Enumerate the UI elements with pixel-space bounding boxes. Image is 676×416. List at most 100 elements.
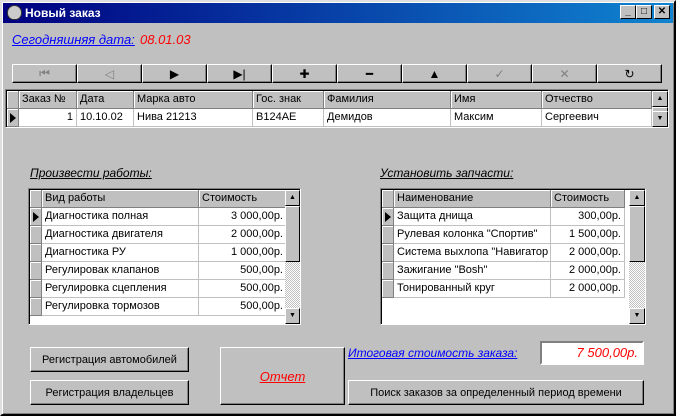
- column-header[interactable]: Отчество: [542, 91, 652, 109]
- nav-edit-button[interactable]: ▲: [402, 64, 467, 83]
- table-cell[interactable]: 2 000,00р.: [551, 244, 625, 262]
- table-row[interactable]: Система выхлопа "Навигатор 2 000,00р.: [382, 244, 625, 262]
- close-button[interactable]: ✕: [654, 5, 670, 19]
- table-cell[interactable]: Максим: [451, 109, 542, 127]
- scroll-down-icon[interactable]: ▼: [629, 308, 645, 324]
- table-row[interactable]: Регулировка сцепления 500,00р.: [30, 280, 287, 298]
- table-cell[interactable]: 2 000,00р.: [551, 262, 625, 280]
- cancel-icon: ✕: [559, 66, 570, 81]
- nav-first-button[interactable]: ⏮: [12, 64, 77, 83]
- table-cell[interactable]: Система выхлопа "Навигатор: [394, 244, 551, 262]
- search-orders-button[interactable]: Поиск заказов за определенный период вре…: [348, 380, 644, 405]
- edit-icon: ▲: [428, 66, 441, 81]
- register-owners-button[interactable]: Регистрация владельцев: [30, 380, 189, 405]
- row-indicator: [382, 244, 394, 262]
- table-cell[interactable]: Диагностика полная: [42, 208, 199, 226]
- register-cars-button[interactable]: Регистрация автомобилей: [30, 347, 189, 372]
- indicator-header: [382, 190, 394, 208]
- column-header[interactable]: Стоимость: [199, 190, 287, 208]
- nav-next-button[interactable]: ▶: [142, 64, 207, 83]
- table-cell[interactable]: 2 000,00р.: [551, 280, 625, 298]
- scroll-thumb[interactable]: [629, 206, 645, 262]
- nav-post-button[interactable]: ✓: [467, 64, 532, 83]
- maximize-button[interactable]: □: [636, 5, 652, 19]
- nav-refresh-button[interactable]: ↻: [597, 64, 662, 83]
- nav-prior-button[interactable]: ◁: [77, 64, 142, 83]
- table-row[interactable]: Диагностика РУ 1 000,00р.: [30, 244, 287, 262]
- scroll-up-icon[interactable]: ▲: [629, 190, 645, 206]
- table-row[interactable]: Тонированный круг 2 000,00р.: [382, 280, 625, 298]
- column-header[interactable]: Гос. знак: [253, 91, 324, 109]
- table-cell[interactable]: Зажигание "Bosh": [394, 262, 551, 280]
- scroll-thumb[interactable]: [285, 206, 300, 262]
- table-row[interactable]: Защита днища 300,00р.: [382, 208, 625, 226]
- table-cell[interactable]: 1 500,00р.: [551, 226, 625, 244]
- column-header[interactable]: Дата: [77, 91, 134, 109]
- parts-scrollbar[interactable]: ▲ ▼: [629, 190, 645, 324]
- table-row[interactable]: Рулевая колонка "Спортив" 1 500,00р.: [382, 226, 625, 244]
- header-row: Заказ № Дата Марка авто Гос. знак Фамилия Имя…: [7, 91, 652, 109]
- table-cell[interactable]: 10.10.02: [77, 109, 134, 127]
- first-icon: ⏮: [39, 66, 50, 80]
- nav-cancel-button[interactable]: ✕: [532, 64, 597, 83]
- row-indicator: [7, 109, 19, 127]
- scroll-down-icon[interactable]: ▼: [285, 308, 300, 324]
- prior-icon: ◁: [104, 66, 115, 81]
- table-cell[interactable]: В124АЕ: [253, 109, 324, 127]
- orders-scrollbar[interactable]: ▲ ▼: [652, 91, 668, 127]
- report-button[interactable]: Отчет: [220, 347, 345, 405]
- table-cell[interactable]: 1 000,00р.: [199, 244, 287, 262]
- column-header[interactable]: Наименование: [394, 190, 551, 208]
- column-header[interactable]: Фамилия: [324, 91, 451, 109]
- nav-delete-button[interactable]: ━: [337, 64, 402, 83]
- scroll-up-icon[interactable]: ▲: [652, 91, 668, 107]
- works-scrollbar[interactable]: ▲ ▼: [285, 190, 300, 324]
- window-title: Новый заказ: [25, 6, 101, 20]
- table-cell[interactable]: Нива 21213: [134, 109, 253, 127]
- row-indicator: [30, 208, 42, 226]
- table-cell[interactable]: Сергеевич: [542, 109, 652, 127]
- table-cell[interactable]: Рулевая колонка "Спортив": [394, 226, 551, 244]
- table-row[interactable]: Диагностика двигателя 2 000,00р.: [30, 226, 287, 244]
- table-cell[interactable]: 300,00р.: [551, 208, 625, 226]
- table-row[interactable]: Диагностика полная 3 000,00р.: [30, 208, 287, 226]
- orders-grid[interactable]: Заказ № Дата Марка авто Гос. знак Фамилия Имя…: [5, 89, 669, 128]
- row-indicator: [30, 244, 42, 262]
- table-cell[interactable]: Тонированный круг: [394, 280, 551, 298]
- table-cell[interactable]: Диагностика РУ: [42, 244, 199, 262]
- table-cell[interactable]: Регулировка тормозов: [42, 298, 199, 316]
- column-header[interactable]: Вид работы: [42, 190, 199, 208]
- today-value: 08.01.03: [140, 32, 191, 47]
- table-cell[interactable]: Диагностика двигателя: [42, 226, 199, 244]
- table-cell[interactable]: Регулировка сцепления: [42, 280, 199, 298]
- next-icon: ▶: [169, 66, 180, 81]
- table-row[interactable]: 1 10.10.02 Нива 21213 В124АЕ Демидов Максим Се…: [7, 109, 652, 127]
- table-row[interactable]: Зажигание "Bosh" 2 000,00р.: [382, 262, 625, 280]
- column-header[interactable]: Имя: [451, 91, 542, 109]
- indicator-header: [30, 190, 42, 208]
- scroll-up-icon[interactable]: ▲: [285, 190, 300, 206]
- table-cell[interactable]: Демидов: [324, 109, 451, 127]
- table-cell[interactable]: Регулировак клапанов: [42, 262, 199, 280]
- table-cell[interactable]: 500,00р.: [199, 298, 287, 316]
- works-grid[interactable]: Вид работы Стоимость Диагностика полная 3 0…: [28, 188, 301, 325]
- nav-insert-button[interactable]: ✚: [272, 64, 337, 83]
- scroll-down-icon[interactable]: ▼: [652, 111, 668, 127]
- table-cell[interactable]: 2 000,00р.: [199, 226, 287, 244]
- table-row[interactable]: Регулировак клапанов 500,00р.: [30, 262, 287, 280]
- minimize-button[interactable]: _: [620, 5, 636, 19]
- works-label: Произвести работы:: [30, 166, 152, 180]
- parts-grid[interactable]: Наименование Стоимость Защита днища 300,00р…: [380, 188, 646, 325]
- table-cell[interactable]: 1: [19, 109, 77, 127]
- table-cell[interactable]: 3 000,00р.: [199, 208, 287, 226]
- table-row[interactable]: Регулировка тормозов 500,00р.: [30, 298, 287, 316]
- column-header[interactable]: Заказ №: [19, 91, 77, 109]
- table-cell[interactable]: 500,00р.: [199, 280, 287, 298]
- nav-last-button[interactable]: ▶|: [207, 64, 272, 83]
- column-header[interactable]: Стоимость: [551, 190, 625, 208]
- column-header[interactable]: Марка авто: [134, 91, 253, 109]
- table-cell[interactable]: 500,00р.: [199, 262, 287, 280]
- parts-label: Установить запчасти:: [380, 166, 514, 180]
- total-field[interactable]: 7 500,00р.: [540, 341, 644, 365]
- table-cell[interactable]: Защита днища: [394, 208, 551, 226]
